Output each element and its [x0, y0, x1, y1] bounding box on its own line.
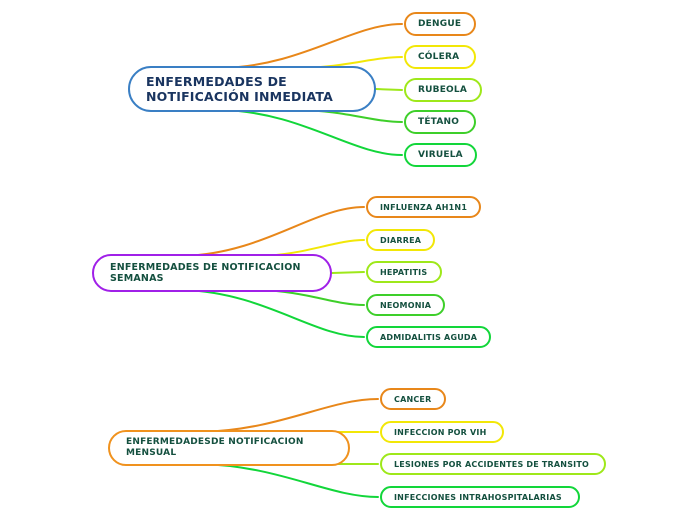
connector-hepatitis	[331, 271, 365, 274]
connector-admidalitis-aguda	[182, 289, 365, 338]
leaf-node-colera[interactable]: CÓLERA	[404, 45, 476, 69]
leaf-node-hepatitis[interactable]: HEPATITIS	[366, 261, 442, 283]
leaf-node-label: LESIONES POR ACCIDENTES DE TRANSITO	[394, 459, 589, 469]
leaf-node-label: INFLUENZA AH1N1	[380, 202, 468, 212]
connector-influenza-ah1n1	[182, 206, 365, 257]
leaf-node-diarrea[interactable]: DIARREA	[366, 229, 436, 251]
connector-neomonia	[256, 289, 365, 306]
mindmap-canvas: ENFERMEDADES DE NOTIFICACIÓN INMEDIATA DE…	[0, 0, 696, 520]
leaf-node-influenza-ah1n1[interactable]: INFLUENZA AH1N1	[366, 196, 482, 218]
leaf-node-rubeola[interactable]: RUBEOLA	[404, 78, 482, 102]
leaf-node-label: NEOMONIA	[380, 300, 432, 310]
root-node-label: ENFERMEDADESDE NOTIFICACION MENSUAL	[126, 437, 304, 458]
leaf-node-tetano[interactable]: TÉTANO	[404, 110, 476, 134]
leaf-node-label: TÉTANO	[418, 117, 460, 127]
leaf-node-label: DIARREA	[380, 235, 422, 245]
leaf-node-infeccion-por-vih[interactable]: INFECCION POR VIH	[380, 421, 504, 443]
leaf-node-dengue[interactable]: DENGUE	[404, 12, 476, 36]
leaf-node-neomonia[interactable]: NEOMONIA	[366, 294, 446, 316]
connector-infecciones-intrahospitalarias	[198, 463, 379, 498]
root-node-label: ENFERMEDADES DE NOTIFICACION SEMANAS	[110, 261, 301, 285]
leaf-node-label: INFECCION POR VIH	[394, 427, 487, 437]
leaf-node-label: CANCER	[394, 394, 432, 404]
leaf-node-label: HEPATITIS	[380, 267, 428, 277]
leaf-node-cancer[interactable]: CANCER	[380, 388, 446, 410]
connector-rubeola	[375, 88, 403, 91]
root-node-enfermedades-de[interactable]: ENFERMEDADES DE NOTIFICACIÓN INMEDIATA	[128, 66, 376, 112]
leaf-node-label: VIRUELA	[418, 150, 463, 160]
leaf-node-viruela[interactable]: VIRUELA	[404, 143, 477, 167]
connector-cancer	[198, 398, 379, 433]
leaf-node-lesiones-por-accidentes-de-transito[interactable]: LESIONES POR ACCIDENTES DE TRANSITO	[380, 453, 606, 475]
leaf-node-label: CÓLERA	[418, 52, 460, 62]
root-node-enfermedades-de-notificacion[interactable]: ENFERMEDADES DE NOTIFICACION SEMANAS	[92, 254, 332, 292]
root-node-enfermedadesde-notificacion[interactable]: ENFERMEDADESDE NOTIFICACION MENSUAL	[108, 430, 350, 466]
root-node-label: ENFERMEDADES DE NOTIFICACIÓN INMEDIATA	[146, 74, 334, 104]
leaf-node-label: ADMIDALITIS AGUDA	[380, 332, 478, 342]
connector-viruela	[221, 109, 403, 156]
leaf-node-label: INFECCIONES INTRAHOSPITALARIAS	[394, 492, 562, 502]
leaf-node-infecciones-intrahospitalarias[interactable]: INFECCIONES INTRAHOSPITALARIAS	[380, 486, 580, 508]
connector-dengue	[221, 23, 403, 69]
leaf-node-label: RUBEOLA	[418, 85, 467, 95]
leaf-node-label: DENGUE	[418, 19, 462, 29]
leaf-node-admidalitis-aguda[interactable]: ADMIDALITIS AGUDA	[366, 326, 492, 348]
